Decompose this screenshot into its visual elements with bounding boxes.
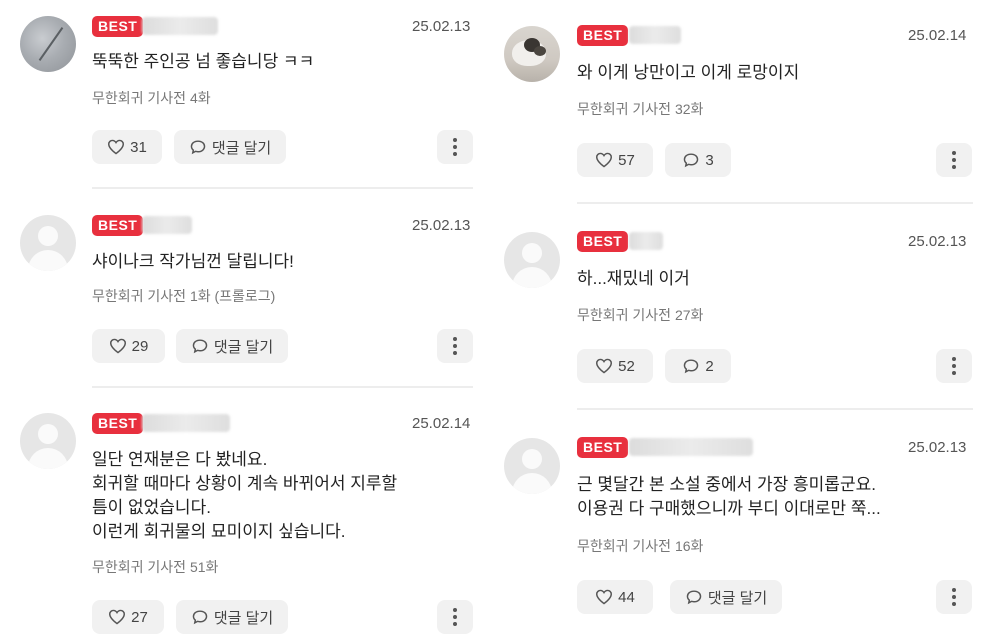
best-badge: BEST	[92, 215, 144, 236]
reply-label: 댓글 달기	[213, 338, 274, 356]
episode-link[interactable]: 무한회귀 기사전 4화	[92, 88, 211, 108]
reply-count: 2	[705, 357, 714, 375]
comment-text: 와 이게 낭만이고 이게 로망이지	[577, 63, 800, 82]
like-button[interactable]: 29	[92, 329, 165, 363]
heart-icon	[108, 139, 125, 155]
more-options-button[interactable]	[437, 329, 473, 363]
comment-text: 뚝뚝한 주인공 넘 좋습니당 ㅋㅋ	[92, 52, 315, 71]
heart-icon	[596, 358, 613, 374]
like-button[interactable]: 57	[577, 143, 653, 177]
heart-icon	[596, 152, 613, 168]
more-options-button[interactable]	[936, 349, 972, 383]
reply-button[interactable]: 댓글 달기	[176, 329, 288, 363]
speech-bubble-icon	[684, 359, 699, 374]
episode-link[interactable]: 무한회귀 기사전 27화	[577, 305, 703, 325]
avatar[interactable]	[504, 232, 560, 288]
speech-bubble-icon	[192, 610, 208, 625]
divider	[577, 408, 973, 410]
best-badge: BEST	[577, 25, 629, 46]
like-button[interactable]: 31	[92, 130, 162, 164]
best-badge: BEST	[92, 16, 144, 37]
episode-link[interactable]: 무한회귀 기사전 32화	[577, 99, 703, 119]
like-count: 29	[131, 337, 149, 355]
more-vertical-icon	[952, 151, 956, 169]
reply-label: 댓글 달기	[707, 589, 768, 607]
blurred-nickname[interactable]	[629, 232, 663, 250]
more-options-button[interactable]	[437, 600, 473, 634]
blurred-nickname[interactable]	[629, 26, 681, 44]
reply-label: 댓글 달기	[211, 139, 272, 157]
heart-icon	[109, 609, 126, 625]
comment-date: 25.02.14	[412, 415, 471, 432]
divider	[92, 187, 473, 189]
like-button[interactable]: 27	[92, 600, 164, 634]
comment-text: 근 몇달간 본 소설 중에서 가장 흥미롭군요. 이용권 다 구매했으니까 부디…	[577, 475, 881, 518]
more-options-button[interactable]	[936, 143, 972, 177]
heart-icon	[596, 589, 613, 605]
like-count: 57	[618, 151, 635, 169]
episode-link[interactable]: 무한회귀 기사전 51화	[92, 557, 218, 577]
reply-button[interactable]: 댓글 달기	[670, 580, 782, 614]
comment-date: 25.02.13	[412, 18, 471, 35]
comment-date: 25.02.13	[908, 233, 967, 250]
comment-text: 일단 연재분은 다 봤네요. 회귀할 때마다 상황이 계속 바뀌어서 지루할 틈…	[92, 450, 398, 541]
avatar[interactable]	[504, 438, 560, 494]
avatar[interactable]	[504, 26, 560, 82]
more-options-button[interactable]	[437, 130, 473, 164]
avatar[interactable]	[20, 16, 76, 72]
speech-bubble-icon	[192, 339, 208, 354]
reply-button[interactable]: 3	[665, 143, 731, 177]
more-vertical-icon	[453, 138, 457, 156]
speech-bubble-icon	[686, 590, 702, 605]
like-button[interactable]: 52	[577, 349, 653, 383]
blurred-nickname[interactable]	[142, 414, 230, 432]
comment-date: 25.02.13	[908, 439, 967, 456]
more-options-button[interactable]	[936, 580, 972, 614]
comment-date: 25.02.13	[412, 217, 471, 234]
more-vertical-icon	[453, 337, 457, 355]
speech-bubble-icon	[684, 153, 699, 168]
reply-button[interactable]: 2	[665, 349, 731, 383]
more-vertical-icon	[952, 588, 956, 606]
best-badge: BEST	[577, 437, 629, 458]
comment-text: 하...재밌네 이거	[577, 269, 690, 288]
blurred-nickname[interactable]	[629, 438, 753, 456]
more-vertical-icon	[952, 357, 956, 375]
episode-link[interactable]: 무한회귀 기사전 1화 (프롤로그)	[92, 286, 275, 306]
best-badge: BEST	[92, 413, 144, 434]
heart-icon	[109, 338, 126, 354]
like-count: 31	[130, 138, 147, 156]
like-button[interactable]: 44	[577, 580, 653, 614]
episode-link[interactable]: 무한회귀 기사전 16화	[577, 536, 703, 556]
blurred-nickname[interactable]	[142, 17, 218, 35]
like-count: 52	[618, 357, 635, 375]
divider	[92, 386, 473, 388]
comment-text: 샤이나크 작가님껀 달립니다!	[92, 252, 294, 271]
reply-count: 3	[705, 151, 714, 169]
speech-bubble-icon	[190, 140, 206, 155]
reply-button[interactable]: 댓글 달기	[176, 600, 288, 634]
divider	[577, 202, 973, 204]
like-count: 27	[131, 608, 148, 626]
like-count: 44	[618, 588, 635, 606]
comment-date: 25.02.14	[908, 27, 967, 44]
best-badge: BEST	[577, 231, 629, 252]
avatar[interactable]	[20, 413, 76, 469]
more-vertical-icon	[453, 608, 457, 626]
reply-button[interactable]: 댓글 달기	[174, 130, 286, 164]
blurred-nickname[interactable]	[142, 216, 192, 234]
reply-label: 댓글 달기	[213, 609, 274, 627]
avatar[interactable]	[20, 215, 76, 271]
